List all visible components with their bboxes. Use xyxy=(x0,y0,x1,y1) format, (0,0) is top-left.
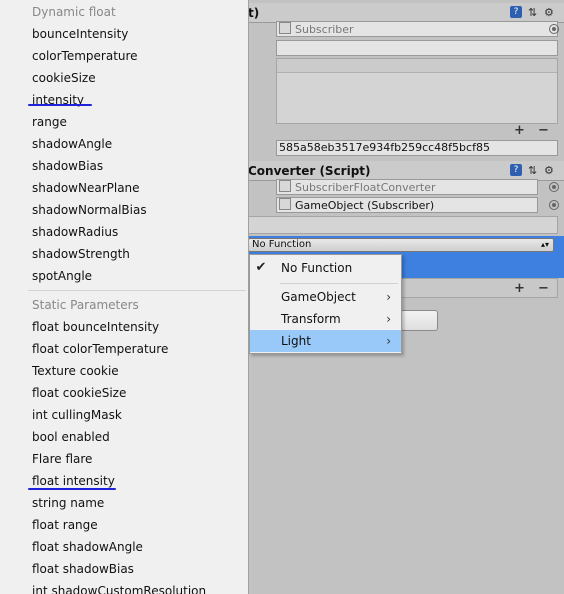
menu-item[interactable]: shadowStrength xyxy=(32,243,130,265)
remove-item-button[interactable]: − xyxy=(538,124,549,137)
checkmark-icon: ✔ xyxy=(255,260,267,275)
menu-separator xyxy=(28,290,246,291)
menu-item[interactable]: spotAngle xyxy=(32,265,92,287)
menu-item[interactable]: shadowBias xyxy=(32,155,103,177)
object-picker-icon[interactable] xyxy=(549,24,559,34)
menu-item[interactable]: bounceIntensity xyxy=(32,23,128,45)
script-field-value: SubscriberFloatConverter xyxy=(295,181,436,194)
menu-item-gameobject[interactable]: GameObject › xyxy=(250,286,401,308)
object-field-value: GameObject (Subscriber) xyxy=(295,199,435,212)
chevron-right-icon: › xyxy=(386,334,391,348)
menu-item-label: GameObject xyxy=(281,290,356,304)
component-header-icons: ? ⇅ ⚙ xyxy=(510,164,560,178)
event-component-title: t) xyxy=(248,6,260,20)
menu-section-header: Static Parameters xyxy=(32,298,139,312)
converter-component-title: Converter (Script) xyxy=(248,164,371,178)
function-popup-value: No Function xyxy=(252,239,312,250)
menu-item[interactable]: float range xyxy=(32,514,98,536)
script-icon xyxy=(279,22,291,34)
chevron-right-icon: › xyxy=(386,312,391,326)
menu-item[interactable]: colorTemperature xyxy=(32,45,138,67)
annotation-underline xyxy=(28,104,92,106)
presets-icon[interactable]: ⇅ xyxy=(528,164,537,177)
property-dropdown-menu: Dynamic float bounceIntensity colorTempe… xyxy=(0,0,249,594)
guid-field[interactable]: 585a58eb3517e934fb259cc48f5bcf85 xyxy=(276,140,558,156)
menu-item-intensity[interactable]: intensity xyxy=(32,89,84,111)
settings-gear-icon[interactable]: ⚙ xyxy=(544,6,554,19)
settings-gear-icon[interactable]: ⚙ xyxy=(544,164,554,177)
menu-item[interactable]: float bounceIntensity xyxy=(32,316,159,338)
presets-icon[interactable]: ⇅ xyxy=(528,6,537,19)
script-field[interactable]: SubscriberFloatConverter xyxy=(276,179,538,195)
empty-field[interactable] xyxy=(276,40,558,56)
annotation-underline xyxy=(28,488,116,490)
menu-item[interactable]: string name xyxy=(32,492,104,514)
menu-item[interactable]: shadowNormalBias xyxy=(32,199,147,221)
menu-item-light[interactable]: Light › xyxy=(250,330,401,352)
gameobject-icon xyxy=(279,198,291,210)
add-listener-button[interactable]: + xyxy=(514,282,525,295)
menu-item[interactable]: float shadowBias xyxy=(32,558,134,580)
converter-list-header xyxy=(248,216,558,234)
script-icon xyxy=(279,180,291,192)
chevron-right-icon: › xyxy=(386,290,391,304)
popup-arrow-icon: ▴▾ xyxy=(540,240,549,249)
menu-item[interactable]: Flare flare xyxy=(32,448,92,470)
menu-item[interactable]: int shadowCustomResolution xyxy=(32,580,206,594)
menu-item[interactable]: float cookieSize xyxy=(32,382,126,404)
menu-item-label: Transform xyxy=(281,312,341,326)
target-object-value: Subscriber xyxy=(295,23,354,36)
help-icon[interactable]: ? xyxy=(510,164,522,176)
event-component-header[interactable]: t) ? ⇅ ⚙ xyxy=(248,3,564,23)
help-icon[interactable]: ? xyxy=(510,6,522,18)
menu-item[interactable]: float shadowAngle xyxy=(32,536,143,558)
menu-item[interactable]: cookieSize xyxy=(32,67,96,89)
function-context-menu: ✔ No Function GameObject › Transform › L… xyxy=(249,254,402,354)
menu-item[interactable]: int cullingMask xyxy=(32,404,122,426)
menu-item-label: No Function xyxy=(281,261,353,275)
event-list-box xyxy=(276,58,558,124)
menu-item[interactable]: shadowNearPlane xyxy=(32,177,140,199)
menu-item[interactable]: shadowRadius xyxy=(32,221,118,243)
event-list-header xyxy=(277,59,557,73)
target-object-field[interactable]: Subscriber xyxy=(276,21,558,37)
menu-item-transform[interactable]: Transform › xyxy=(250,308,401,330)
inspector-button[interactable] xyxy=(400,310,438,331)
menu-item[interactable]: Texture cookie xyxy=(32,360,119,382)
component-header-icons: ? ⇅ ⚙ xyxy=(510,6,560,20)
menu-item[interactable]: float colorTemperature xyxy=(32,338,168,360)
menu-separator xyxy=(280,283,398,284)
converter-component-header[interactable]: Converter (Script) ? ⇅ ⚙ xyxy=(248,161,564,181)
menu-section-header: Dynamic float xyxy=(32,5,116,19)
function-popup[interactable]: No Function ▴▾ xyxy=(248,238,554,252)
menu-item[interactable]: range xyxy=(32,111,67,133)
object-picker-icon[interactable] xyxy=(549,200,559,210)
remove-listener-button[interactable]: − xyxy=(538,282,549,295)
object-field[interactable]: GameObject (Subscriber) xyxy=(276,197,538,213)
script-picker-icon[interactable] xyxy=(549,182,559,192)
menu-item[interactable]: shadowAngle xyxy=(32,133,112,155)
add-item-button[interactable]: + xyxy=(514,124,525,137)
menu-item[interactable]: bool enabled xyxy=(32,426,110,448)
menu-item-no-function[interactable]: ✔ No Function xyxy=(250,257,401,279)
menu-item-label: Light xyxy=(281,334,311,348)
